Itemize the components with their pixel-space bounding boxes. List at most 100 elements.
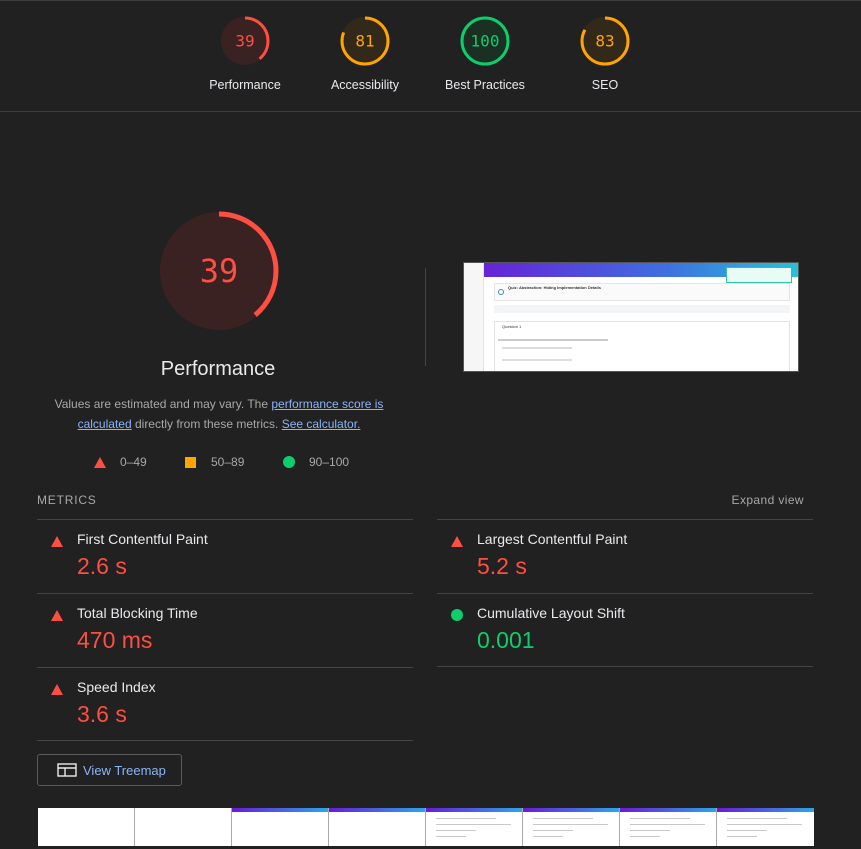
legend-fail: 0–49 (94, 455, 147, 469)
gauge-accessibility[interactable]: 81 Accessibility (305, 15, 425, 92)
final-screenshot[interactable]: Quiz: Abstraction: Hiding Implementation… (463, 262, 799, 372)
frame-line (727, 836, 757, 837)
see-calculator-link[interactable]: See calculator. (282, 417, 361, 431)
main-score: 39 (200, 252, 239, 290)
desc-text: Values are estimated and may vary. The (54, 397, 272, 411)
gauge-ring: 39 (220, 16, 270, 66)
performance-main-gauge: 39 (158, 210, 280, 332)
gauge-score: 39 (235, 32, 254, 51)
screenshot-toast (726, 267, 792, 283)
frame-line (630, 830, 670, 831)
frame-line (533, 836, 563, 837)
legend-fail-label: 0–49 (120, 455, 147, 469)
metric-name: Largest Contentful Paint (477, 531, 628, 547)
metric-value: 2.6 s (77, 553, 127, 579)
gauge-best-practices[interactable]: 100 Best Practices (425, 15, 545, 92)
pass-circle-icon (451, 609, 463, 621)
frame-line (533, 824, 608, 825)
gauge-performance[interactable]: 39 Performance (185, 15, 305, 92)
metric-value: 470 ms (77, 627, 153, 653)
gauge-label: Accessibility (330, 78, 400, 92)
legend-average-label: 50–89 (211, 455, 245, 469)
frame-header (426, 808, 522, 812)
fail-triangle-icon (51, 610, 63, 621)
metric-largest-contentful-paint: Largest Contentful Paint 5.2 s (437, 519, 813, 593)
legend-pass: 90–100 (283, 455, 349, 469)
metric-total-blocking-time: Total Blocking Time 470 ms (37, 593, 413, 667)
fail-triangle-icon (51, 684, 63, 695)
frame-line (630, 818, 690, 819)
frame-line (727, 830, 767, 831)
gauge-ring: 100 (460, 16, 510, 66)
frame-header (717, 808, 814, 812)
metric-speed-index: Speed Index 3.6 s (37, 667, 413, 741)
metric-value: 3.6 s (77, 701, 127, 727)
filmstrip-frame (232, 808, 329, 846)
frame-header (523, 808, 619, 812)
divider (37, 740, 413, 741)
metric-value: 0.001 (477, 627, 535, 653)
screenshot-sidebar (464, 263, 484, 371)
divider (425, 268, 426, 366)
filmstrip-frame (329, 808, 426, 846)
frame-line (727, 818, 787, 819)
fail-triangle-icon (51, 536, 63, 547)
frame-line (436, 824, 511, 825)
metric-name: Cumulative Layout Shift (477, 605, 625, 621)
gauge-label: Performance (209, 78, 281, 92)
screenshot-title: Quiz: Abstraction: Hiding Implementation… (508, 285, 601, 290)
filmstrip-frame (426, 808, 523, 846)
category-score-bar: 39 Performance 81 Accessibility 100 Best… (0, 0, 861, 112)
frame-line (436, 818, 496, 819)
pass-circle-icon (283, 456, 295, 468)
desc-text: directly from these metrics. (131, 417, 282, 431)
gauge-score: 100 (471, 32, 500, 51)
treemap-icon (57, 763, 77, 777)
metric-name: Speed Index (77, 679, 156, 695)
filmstrip-frame (620, 808, 717, 846)
gauge-label: SEO (591, 78, 619, 92)
metric-value: 5.2 s (477, 553, 527, 579)
quiz-icon (498, 289, 504, 295)
frame-line (630, 824, 705, 825)
gauge-ring: 81 (340, 16, 390, 66)
screenshot-line (502, 347, 572, 349)
gauge-ring: 83 (580, 16, 630, 66)
fail-triangle-icon (451, 536, 463, 547)
frame-header (232, 808, 328, 812)
average-square-icon (185, 456, 196, 468)
metric-cumulative-layout-shift: Cumulative Layout Shift 0.001 (437, 593, 813, 667)
frame-line (533, 830, 573, 831)
gauge-seo[interactable]: 83 SEO (545, 15, 665, 92)
frame-header (620, 808, 716, 812)
frame-line (727, 824, 802, 825)
metrics-header: METRICS (37, 493, 97, 507)
frame-line (533, 818, 593, 819)
gauge-ring: 39 (159, 211, 279, 331)
screenshot-question: Question 1 (502, 324, 522, 329)
divider (437, 666, 813, 667)
metric-first-contentful-paint: First Contentful Paint 2.6 s (37, 519, 413, 593)
frame-line (436, 830, 476, 831)
metric-name: First Contentful Paint (77, 531, 208, 547)
frame-line (630, 836, 660, 837)
metric-name: Total Blocking Time (77, 605, 198, 621)
filmstrip-frame (38, 808, 135, 846)
filmstrip-frame (717, 808, 814, 846)
filmstrip-frame (523, 808, 620, 846)
performance-description: Values are estimated and may vary. The p… (40, 394, 398, 434)
gauge-label: Best Practices (445, 78, 525, 92)
filmstrip (38, 808, 814, 846)
screenshot-line (502, 359, 572, 361)
view-treemap-button[interactable]: View Treemap (37, 754, 182, 786)
legend-average: 50–89 (185, 455, 244, 469)
expand-view-toggle[interactable]: Expand view (732, 493, 804, 507)
frame-header (329, 808, 425, 812)
screenshot-line (498, 339, 608, 341)
fail-triangle-icon (94, 456, 106, 468)
view-treemap-label: View Treemap (83, 762, 166, 778)
legend-pass-label: 90–100 (309, 455, 350, 469)
gauge-score: 81 (355, 32, 374, 51)
performance-title: Performance (160, 358, 276, 380)
screenshot-info-row (494, 305, 790, 313)
